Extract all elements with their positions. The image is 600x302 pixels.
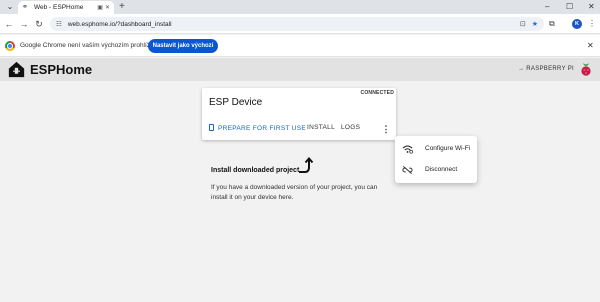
tab-close-icon[interactable]: ✕ [105, 4, 110, 11]
app-header: ESPHome → RASPBERRY PI [0, 58, 600, 81]
connection-status-badge: CONNECTED [360, 90, 394, 96]
url-text[interactable]: web.esphome.io/?dashboard_install [68, 21, 514, 28]
minimize-button[interactable]: – [545, 1, 549, 13]
install-section-title: Install downloaded project [211, 167, 300, 174]
usb-icon [209, 124, 214, 131]
forward-arrow-icon[interactable]: → [18, 18, 30, 30]
menu-item-label: Disconnect [425, 166, 458, 173]
bookmark-star-icon[interactable]: ★ [532, 20, 538, 28]
profile-avatar[interactable]: K [572, 19, 582, 29]
device-options-menu: Configure Wi-Fi Disconnect [395, 136, 477, 183]
extensions-icon[interactable]: ⧉ [549, 18, 555, 30]
prepare-label: PREPARE FOR FIRST USE [218, 125, 307, 132]
reload-icon[interactable]: ↻ [33, 18, 45, 30]
tab-favicon-icon: ⚭ [22, 3, 28, 11]
wifi-settings-icon [402, 145, 413, 154]
tab-title: Web - ESPHome [34, 4, 84, 11]
address-bar[interactable]: ☷ web.esphome.io/?dashboard_install ⊡ ★ [50, 17, 544, 31]
logs-button[interactable]: LOGS [341, 124, 360, 131]
site-info-icon[interactable]: ☷ [56, 20, 62, 28]
browser-menu-icon[interactable]: ⋮ [588, 18, 596, 30]
prepare-first-use-button[interactable]: PREPARE FOR FIRST USE [209, 124, 306, 132]
device-card: CONNECTED ESP Device PREPARE FOR FIRST U… [202, 88, 396, 140]
browser-tab[interactable]: ⚭ Web - ESPHome ▣ ✕ [18, 1, 114, 14]
browser-toolbar: ← → ↻ ☷ web.esphome.io/?dashboard_instal… [0, 14, 600, 34]
menu-item-label: Configure Wi-Fi [425, 145, 471, 152]
more-options-icon[interactable]: ⋮ [381, 124, 391, 136]
tab-media-icon[interactable]: ▣ [97, 4, 103, 11]
tab-strip: ⌄ ⚭ Web - ESPHome ▣ ✕ + – ☐ ✕ [0, 0, 600, 14]
infobar-close-icon[interactable]: ✕ [587, 41, 594, 50]
device-name: ESP Device [209, 97, 263, 108]
card-actions: PREPARE FOR FIRST USE INSTALL LOGS [202, 122, 396, 134]
link-off-icon [402, 165, 413, 175]
curved-arrow-icon [299, 157, 314, 173]
install-section-description: If you have a downloaded version of your… [211, 184, 378, 201]
set-default-button[interactable]: Nastavit jako výchozí [148, 39, 218, 53]
chrome-logo-icon [5, 41, 15, 51]
new-tab-button[interactable]: + [119, 1, 125, 13]
tab-search-chevron-icon[interactable]: ⌄ [4, 1, 16, 13]
install-button[interactable]: INSTALL [307, 124, 335, 131]
infobar-message: Google Chrome není vaším výchozím prohlí… [20, 42, 166, 49]
translate-icon[interactable]: ⊡ [520, 20, 526, 28]
esphome-logo-icon [8, 61, 25, 78]
default-browser-infobar: Google Chrome není vaším výchozím prohlí… [0, 35, 600, 57]
menu-item-disconnect[interactable]: Disconnect [395, 160, 477, 180]
menu-item-configure-wifi[interactable]: Configure Wi-Fi [395, 139, 477, 159]
host-link[interactable]: → RASPBERRY PI [518, 66, 574, 72]
app-title: ESPHome [30, 62, 93, 77]
maximize-button[interactable]: ☐ [566, 1, 573, 13]
back-arrow-icon[interactable]: ← [3, 18, 15, 30]
window-close-button[interactable]: ✕ [588, 1, 595, 13]
raspberry-pi-icon [581, 63, 591, 76]
